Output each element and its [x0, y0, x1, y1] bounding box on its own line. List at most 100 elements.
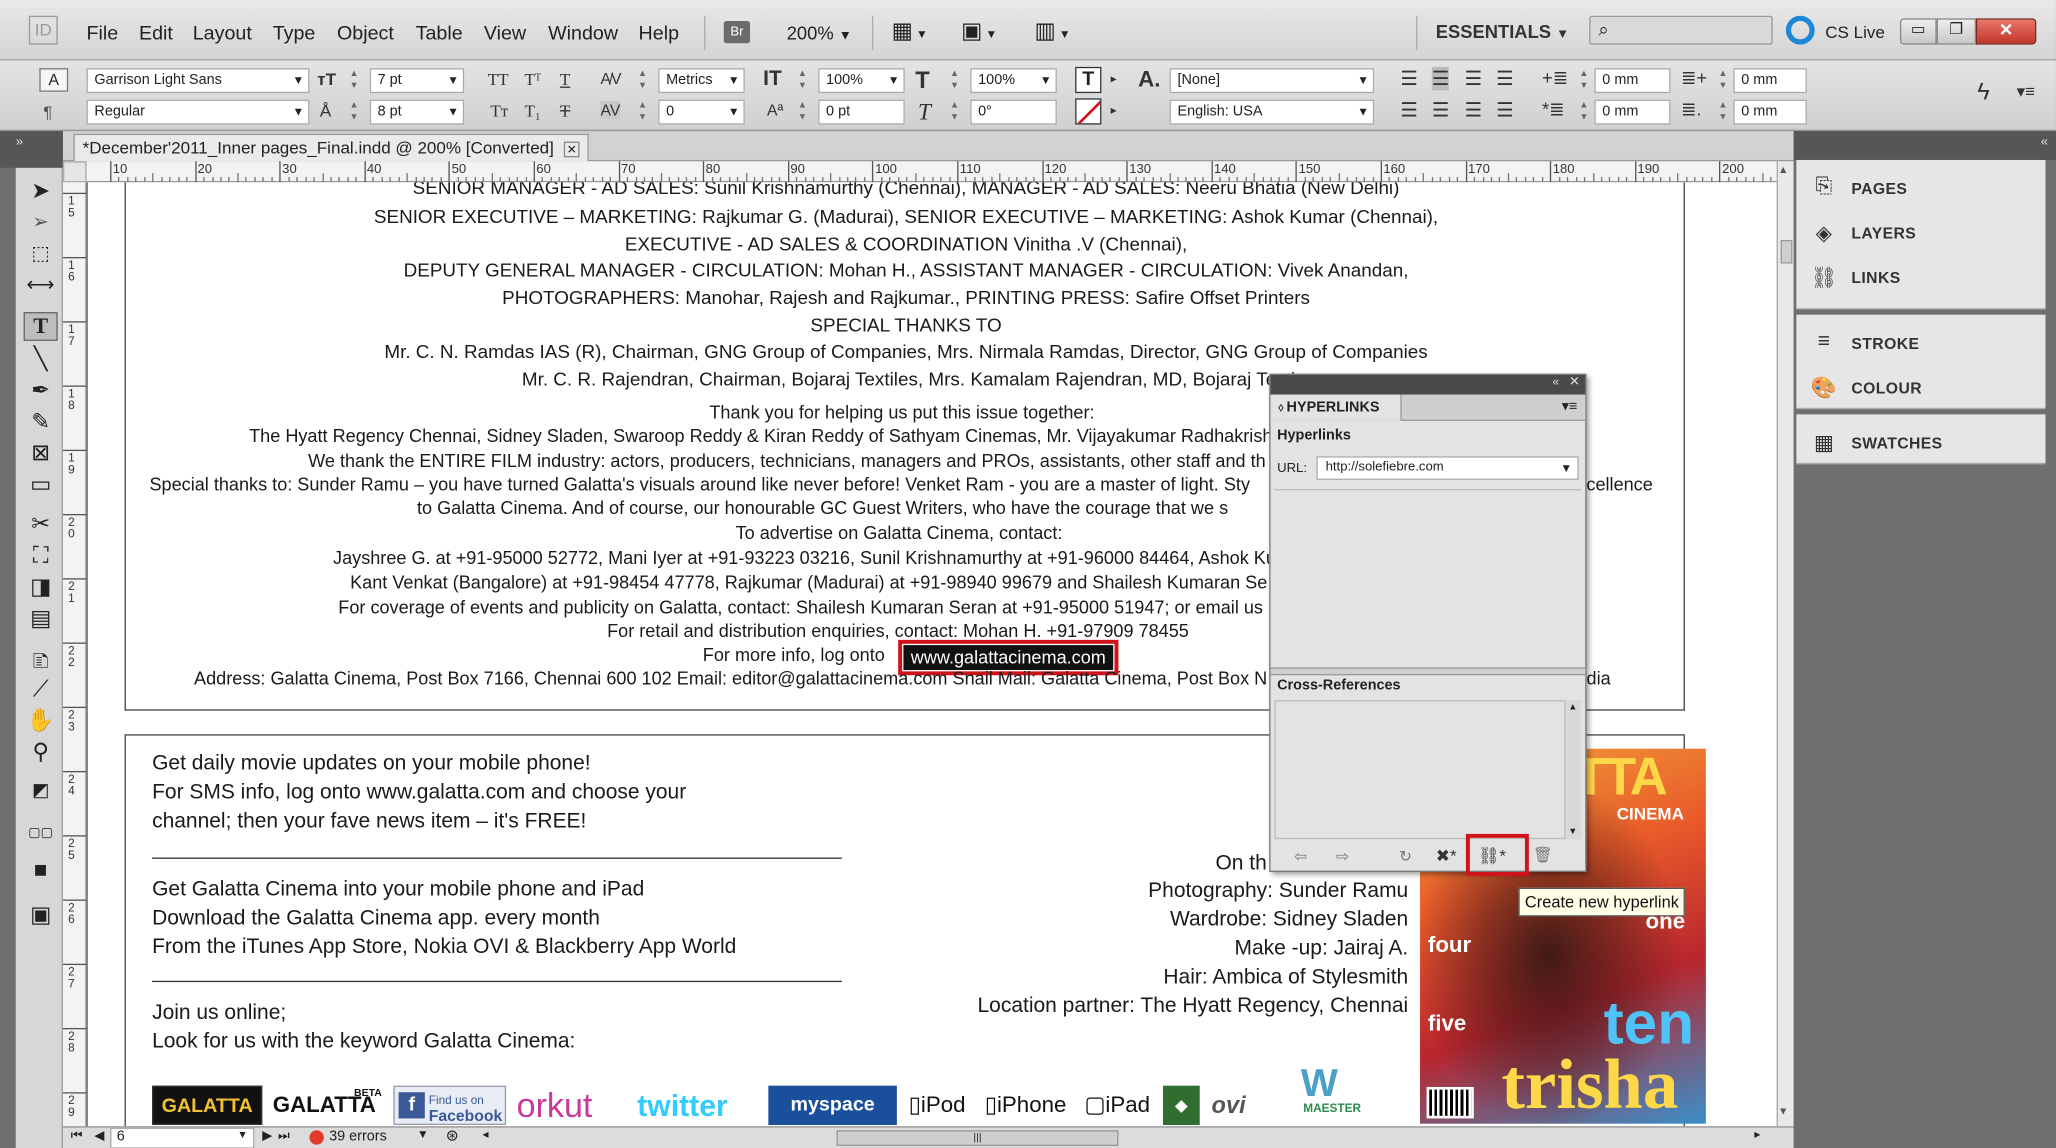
view-mode-icon[interactable]: ▣	[24, 902, 58, 931]
page-number-field[interactable]: 6 ▼	[110, 1127, 255, 1148]
justify-left-icon[interactable]: ☰	[1400, 98, 1418, 122]
last-line-indent-field[interactable]: 0 mm	[1733, 99, 1807, 125]
menu-edit[interactable]: Edit	[139, 22, 173, 44]
menu-view[interactable]: View	[484, 22, 526, 44]
collapse-tools-icon[interactable]: »	[16, 135, 23, 149]
fill-stroke-icon[interactable]: ◩	[24, 779, 58, 808]
prev-page-icon[interactable]: ◀	[94, 1129, 104, 1143]
note-tool-icon[interactable]: 🗈	[24, 645, 58, 674]
hscale-spinner[interactable]: ▲ ▼	[949, 68, 959, 93]
left-indent-spinner[interactable]: ▲ ▼	[1579, 68, 1589, 93]
kerning-field[interactable]: Metrics ▼	[658, 68, 745, 94]
open-page-icon[interactable]: ⊛	[446, 1126, 459, 1144]
panel-links[interactable]: ⛓ LINKS	[1796, 254, 2045, 299]
align-right-icon[interactable]: ☰	[1465, 67, 1483, 90]
justify-all-icon[interactable]: ☰	[1496, 98, 1514, 122]
font-size-spinner[interactable]: ▲ ▼	[349, 68, 359, 93]
superscript-icon[interactable]: Tᵀ	[524, 69, 541, 90]
go-to-source-icon[interactable]: ⇦	[1294, 847, 1307, 865]
align-left-icon[interactable]: ☰	[1400, 67, 1418, 90]
tab-hyperlinks[interactable]: ◊ HYPERLINKS	[1270, 394, 1402, 421]
direct-selection-tool-icon[interactable]: ➢	[24, 210, 58, 239]
panel-colour[interactable]: 🎨 COLOUR	[1796, 365, 2045, 410]
scissors-tool-icon[interactable]: ✂	[24, 511, 58, 540]
vertical-scrollbar[interactable]: ▲ ▼	[1776, 161, 1794, 1127]
go-to-destination-icon[interactable]: ⇨	[1336, 847, 1349, 865]
scroll-left-icon[interactable]: ◂	[483, 1128, 489, 1142]
hand-tool-icon[interactable]: ✋	[24, 708, 58, 737]
quick-apply-icon[interactable]: ϟ	[1977, 79, 1989, 107]
pencil-tool-icon[interactable]: ✎	[24, 409, 58, 438]
zoom-level-dropdown[interactable]: 200% ▼	[787, 22, 852, 43]
paragraph-mode-icon[interactable]: ¶	[43, 102, 52, 122]
vertical-scale-field[interactable]: 100% ▼	[818, 68, 905, 94]
horizontal-ruler[interactable]: 10 20 30 40 50 60 70 80 90 100 110 120 130 140 150 160 1…	[62, 161, 1798, 183]
cross-references-list[interactable]	[1274, 700, 1566, 840]
horizontal-scroll-thumb[interactable]: |||	[836, 1130, 1119, 1146]
leading-field[interactable]: 8 pt ▼	[369, 99, 465, 125]
hyperlinks-list[interactable]	[1274, 489, 1582, 667]
menu-layout[interactable]: Layout	[193, 22, 252, 44]
gradient-swatch-tool-icon[interactable]: ◨	[24, 574, 58, 603]
panel-menu-icon[interactable]: ▾≡	[2017, 81, 2036, 102]
close-panel-icon[interactable]: ✕	[1569, 375, 1580, 389]
pen-tool-icon[interactable]: ✒	[24, 378, 58, 407]
fill-arrow-icon[interactable]: ▸	[1111, 72, 1117, 86]
menu-file[interactable]: File	[87, 22, 119, 44]
panel-stroke[interactable]: ≡ STROKE	[1796, 320, 2045, 365]
ruler-origin[interactable]	[62, 161, 87, 183]
last-indent-spinner[interactable]: ▲ ▼	[1718, 100, 1728, 125]
menu-object[interactable]: Object	[337, 22, 394, 44]
screen-mode-icon[interactable]: ▣ ▼	[961, 18, 997, 44]
eyedropper-tool-icon[interactable]: ⟋	[24, 677, 58, 706]
gap-tool-icon[interactable]: ⟷	[24, 273, 58, 302]
scroll-up-icon[interactable]: ▲	[1778, 164, 1788, 176]
url-field[interactable]: http://solefiebre.com ▼	[1316, 456, 1579, 480]
close-tab-icon[interactable]: ✕	[563, 141, 580, 158]
tracking-spinner[interactable]: ▲ ▼	[637, 100, 647, 125]
strikethrough-icon[interactable]: T	[560, 101, 570, 122]
font-family-select[interactable]: Garrison Light Sans ▼	[86, 68, 310, 94]
vscale-spinner[interactable]: ▲ ▼	[797, 68, 807, 93]
last-page-icon[interactable]: ⏭	[278, 1129, 290, 1143]
baseline-shift-field[interactable]: 0 pt	[818, 99, 905, 125]
skew-spinner[interactable]: ▲ ▼	[949, 100, 959, 125]
bridge-button[interactable]: Br	[723, 20, 751, 44]
menu-type[interactable]: Type	[273, 22, 316, 44]
scroll-thumb[interactable]	[1780, 239, 1793, 264]
stroke-none-icon[interactable]	[1075, 98, 1102, 125]
first-indent-spinner[interactable]: ▲ ▼	[1579, 100, 1589, 125]
collapse-dock-icon[interactable]: «	[2041, 135, 2048, 149]
justify-right-icon[interactable]: ☰	[1465, 98, 1483, 122]
baseline-spinner[interactable]: ▲ ▼	[797, 100, 807, 125]
selected-link-text[interactable]: www.galattacinema.com	[903, 645, 1114, 671]
rectangle-tool-icon[interactable]: ▭	[24, 472, 58, 501]
subscript-icon[interactable]: T₁	[524, 101, 540, 122]
right-indent-spinner[interactable]: ▲ ▼	[1718, 68, 1728, 93]
scroll-right-icon[interactable]: ▸	[1754, 1128, 1760, 1142]
left-indent-field[interactable]: 0 mm	[1594, 68, 1671, 94]
remove-hyperlink-icon[interactable]: ✖*	[1436, 846, 1457, 867]
all-caps-icon[interactable]: TT	[488, 69, 509, 90]
apply-color-icon[interactable]: ■	[24, 858, 58, 887]
menu-window[interactable]: Window	[548, 22, 618, 44]
scroll-down-icon[interactable]: ▼	[1778, 1105, 1788, 1117]
font-size-field[interactable]: 7 pt ▼	[369, 68, 465, 94]
view-options-icon[interactable]: ▦ ▼	[892, 18, 928, 44]
panel-layers[interactable]: ◈ LAYERS	[1796, 210, 2045, 255]
free-transform-tool-icon[interactable]: ⛶	[24, 543, 58, 572]
type-tool-icon[interactable]: T	[23, 312, 58, 341]
gradient-feather-tool-icon[interactable]: ▤	[24, 606, 58, 635]
search-field[interactable]: ⌕	[1589, 15, 1773, 45]
preflight-status[interactable]: 39 errors	[329, 1129, 387, 1145]
document-tab[interactable]: *December'2011_Inner pages_Final.indd @ …	[73, 133, 589, 162]
align-center-icon[interactable]: ☰	[1431, 66, 1450, 91]
skew-field[interactable]: 0°	[970, 99, 1057, 125]
minimize-button[interactable]: ▭	[1899, 18, 1937, 45]
text-fill-icon[interactable]: T	[1075, 66, 1102, 94]
vertical-ruler[interactable]: 1 5 1 6 1 7 1 8 1 9 2 0 2 1 2 2 2 3 2 4 2 5 2 6 2 7 2…	[62, 182, 87, 1127]
panel-options-icon[interactable]: ▾≡	[1562, 397, 1578, 415]
kerning-spinner[interactable]: ▲ ▼	[637, 68, 647, 93]
close-window-button[interactable]: ✕	[1975, 18, 2037, 45]
cs-live-label[interactable]: CS Live	[1825, 22, 1885, 42]
